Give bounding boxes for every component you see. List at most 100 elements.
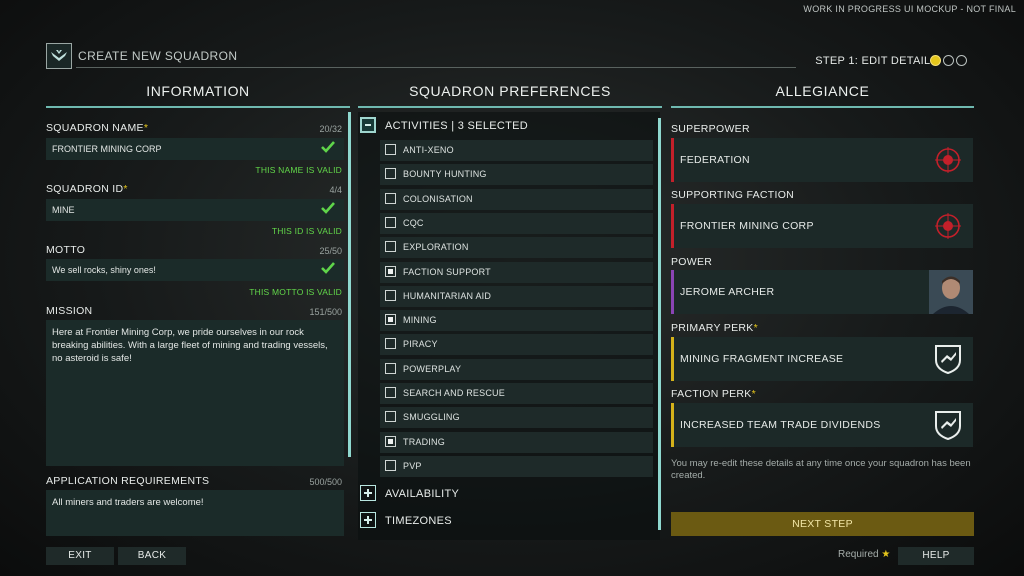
primary-perk-label: PRIMARY PERK* [671, 322, 758, 334]
activities-header[interactable]: ACTIVITIES | 3 SELECTED [385, 120, 528, 132]
checkbox-empty-icon[interactable] [385, 144, 396, 155]
page-title: CREATE NEW SQUADRON [78, 49, 238, 63]
motto-value: We sell rocks, shiny ones! [52, 265, 156, 275]
mission-label: MISSION [46, 305, 93, 317]
motto-count: 25/50 [319, 246, 342, 256]
availability-expand-icon[interactable] [360, 485, 376, 501]
preferences-header: SQUADRON PREFERENCES [409, 83, 611, 99]
next-step-button[interactable]: NEXT STEP [671, 512, 974, 536]
checkbox-empty-icon[interactable] [385, 338, 396, 350]
faction-perk-bar [671, 403, 674, 447]
squadron-id-count: 4/4 [329, 185, 342, 195]
activity-label: MINING [403, 315, 437, 326]
squadron-id-value: MINE [52, 205, 75, 215]
checkbox-empty-icon[interactable] [385, 362, 396, 374]
requirements-textarea[interactable]: All miners and traders are welcome! [46, 490, 344, 536]
superpower-value: FEDERATION [680, 154, 750, 166]
valid-check-icon [321, 141, 335, 153]
checkbox-checked-icon[interactable] [385, 435, 396, 447]
checkbox-empty-icon[interactable] [385, 289, 396, 301]
supporting-faction-card[interactable]: FRONTIER MINING CORP [671, 204, 973, 248]
squadron-name-value: FRONTIER MINING CORP [52, 144, 162, 154]
timezones-header[interactable]: TIMEZONES [385, 515, 452, 527]
power-value: JEROME ARCHER [680, 286, 775, 298]
checkbox-empty-icon[interactable] [385, 411, 396, 423]
mission-textarea[interactable]: Here at Frontier Mining Corp, we pride o… [46, 320, 344, 466]
supporting-faction-value: FRONTIER MINING CORP [680, 220, 814, 232]
mission-count: 151/500 [309, 307, 342, 317]
power-bar [671, 270, 674, 314]
activity-item[interactable]: COLONISATION [380, 188, 653, 210]
squadron-id-label: SQUADRON ID* [46, 183, 128, 195]
requirements-label: APPLICATION REQUIREMENTS [46, 475, 210, 487]
back-button[interactable]: BACK [118, 547, 186, 565]
help-button[interactable]: HELP [898, 547, 974, 565]
checkbox-empty-icon[interactable] [385, 241, 396, 253]
step-dot-3 [956, 55, 967, 66]
checkbox-empty-icon[interactable] [385, 192, 396, 204]
primary-perk-card[interactable]: MINING FRAGMENT INCREASE [671, 337, 973, 381]
activity-label: ANTI-XENO [403, 145, 454, 155]
title-divider [76, 67, 796, 68]
checkbox-empty-icon[interactable] [385, 168, 396, 180]
activity-label: SEARCH AND RESCUE [403, 388, 505, 398]
motto-field[interactable]: We sell rocks, shiny ones! [46, 259, 344, 281]
activity-item[interactable]: HUMANITARIAN AID [380, 285, 653, 307]
step-dot-2 [943, 55, 954, 66]
checkbox-checked-icon[interactable] [385, 265, 396, 277]
activity-item[interactable]: SEARCH AND RESCUE [380, 383, 653, 404]
timezones-expand-icon[interactable] [360, 512, 376, 528]
availability-header[interactable]: AVAILABILITY [385, 488, 459, 500]
required-star-icon: ★ [881, 549, 891, 560]
information-header: INFORMATION [146, 83, 250, 99]
faction-perk-card[interactable]: INCREASED TEAM TRADE DIVIDENDS [671, 403, 973, 447]
power-card[interactable]: JEROME ARCHER [671, 270, 973, 314]
information-scrollbar[interactable] [348, 112, 351, 457]
activity-label: EXPLORATION [403, 242, 469, 253]
activity-item[interactable]: EXPLORATION [380, 237, 653, 259]
step-indicator-label: STEP 1: EDIT DETAILS [815, 55, 938, 67]
perk-shield-icon [935, 411, 961, 441]
required-legend: Required ★ [838, 549, 891, 560]
activity-item[interactable]: SMUGGLING [380, 407, 653, 429]
activity-item[interactable]: MINING [380, 310, 653, 332]
activity-item[interactable]: TRADING [380, 431, 653, 453]
activity-label: HUMANITARIAN AID [403, 290, 492, 301]
allegiance-header: ALLEGIANCE [775, 83, 870, 99]
federation-emblem-icon [935, 213, 961, 239]
step-progress [930, 55, 967, 66]
portrait-icon [929, 270, 973, 314]
superpower-label: SUPERPOWER [671, 123, 750, 135]
activities-collapse-icon[interactable] [360, 117, 376, 133]
squadron-name-label: SQUADRON NAME* [46, 122, 149, 134]
activity-item[interactable]: BOUNTY HUNTING [380, 164, 653, 186]
activity-item[interactable]: FACTION SUPPORT [380, 261, 653, 283]
allegiance-note: You may re-edit these details at any tim… [671, 458, 971, 481]
primary-perk-bar [671, 337, 674, 381]
valid-check-icon [321, 262, 335, 274]
activity-item[interactable]: PVP [380, 455, 653, 477]
activity-label: COLONISATION [403, 193, 473, 204]
activity-item[interactable]: PIRACY [380, 334, 653, 356]
preferences-scrollbar[interactable] [658, 118, 661, 530]
requirements-count: 500/500 [309, 477, 342, 487]
activity-label: TRADING [403, 436, 445, 447]
checkbox-checked-icon[interactable] [385, 314, 396, 326]
superpower-bar [671, 138, 674, 182]
activity-item[interactable]: CQC [380, 212, 653, 234]
checkbox-empty-icon[interactable] [385, 216, 396, 228]
checkbox-empty-icon[interactable] [385, 459, 396, 471]
checkbox-empty-icon[interactable] [385, 387, 396, 398]
squadron-name-field[interactable]: FRONTIER MINING CORP [46, 138, 344, 160]
preferences-header-line [358, 106, 662, 108]
activity-label: POWERPLAY [403, 363, 462, 374]
information-header-line [46, 106, 350, 108]
activity-item[interactable]: ANTI-XENO [380, 140, 653, 161]
activity-label: SMUGGLING [403, 412, 460, 423]
exit-button[interactable]: EXIT [46, 547, 114, 565]
superpower-card[interactable]: FEDERATION [671, 138, 973, 182]
supporting-faction-bar [671, 204, 674, 248]
supporting-faction-label: SUPPORTING FACTION [671, 189, 795, 201]
squadron-id-field[interactable]: MINE [46, 199, 344, 221]
activity-item[interactable]: POWERPLAY [380, 358, 653, 380]
